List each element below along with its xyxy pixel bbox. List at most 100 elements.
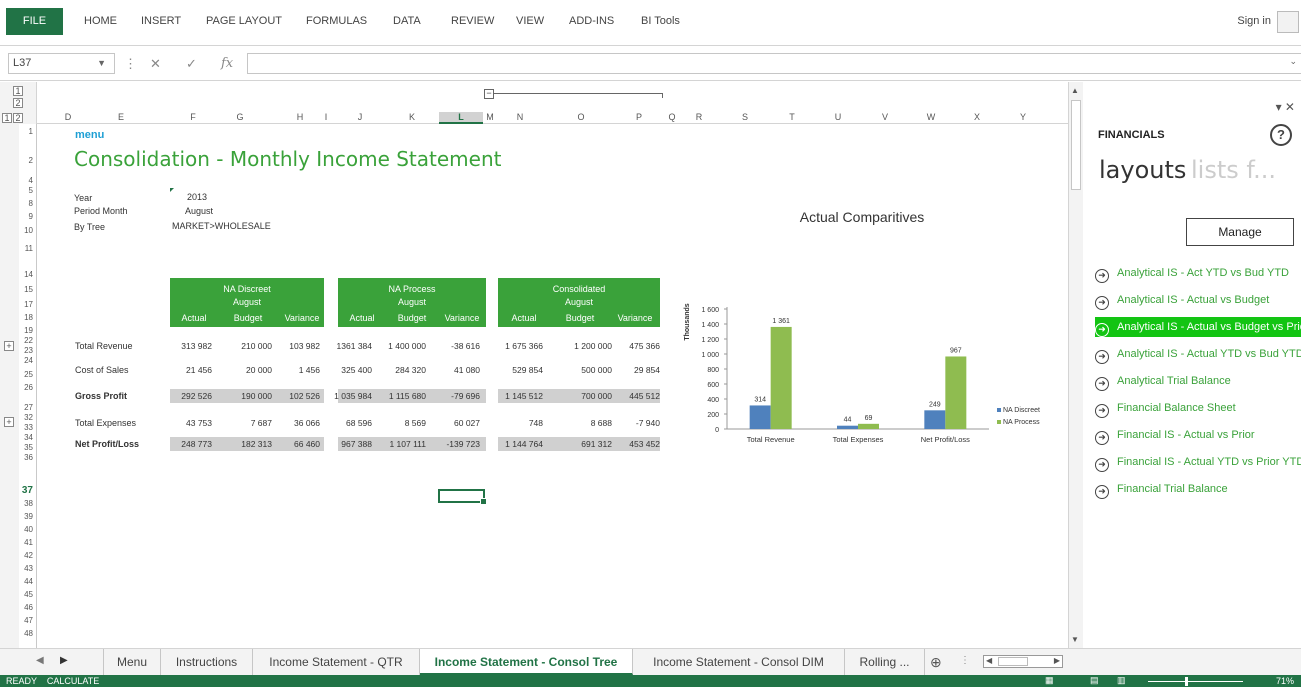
value-cell[interactable]: 700 000 — [560, 391, 612, 401]
tab-data[interactable]: DATA — [393, 15, 421, 27]
add-sheet-icon[interactable]: ⊕ — [930, 654, 942, 671]
layout-item[interactable]: ➜ Financial Trial Balance — [1095, 479, 1301, 499]
tab-insert[interactable]: INSERT — [141, 15, 181, 27]
page-break-icon[interactable]: ▥ — [1117, 675, 1126, 686]
row-header[interactable]: 23 — [24, 347, 33, 355]
row-header[interactable]: 4 — [29, 177, 33, 185]
col-header-g[interactable]: G — [220, 112, 260, 122]
scroll-down-icon[interactable]: ▼ — [1071, 635, 1079, 644]
col-header-d[interactable]: D — [63, 112, 73, 122]
horizontal-scrollbar[interactable]: ◀ ▶ — [983, 655, 1063, 668]
row-header[interactable]: 48 — [24, 630, 33, 638]
sheet-tab-rolling[interactable]: Rolling ... — [845, 649, 925, 675]
value-cell[interactable]: 1361 384 — [320, 341, 372, 351]
row-header[interactable]: 15 — [24, 286, 33, 294]
row-header[interactable]: 2 — [29, 157, 33, 165]
value-cell[interactable]: 748 — [491, 418, 543, 428]
file-tab[interactable]: FILE — [6, 8, 63, 35]
row-header[interactable]: 25 — [24, 371, 33, 379]
name-box[interactable]: L37 ▼ — [8, 53, 115, 74]
row-header[interactable]: 42 — [24, 552, 33, 560]
row-header[interactable]: 18 — [24, 314, 33, 322]
expand-group-icon[interactable]: + — [4, 341, 14, 351]
panel-controls-icon[interactable]: ▾ ✕ — [1276, 100, 1295, 114]
value-cell[interactable]: 43 753 — [160, 418, 212, 428]
col-header-k[interactable]: K — [389, 112, 435, 122]
row-header-selected[interactable]: 37 — [22, 486, 33, 496]
value-cell[interactable]: -79 696 — [428, 391, 480, 401]
col-header-m[interactable]: M — [483, 112, 497, 122]
value-cell[interactable]: 1 400 000 — [374, 341, 426, 351]
col-outline-level-2[interactable]: 2 — [13, 113, 23, 123]
page-layout-icon[interactable]: ▤ — [1090, 675, 1099, 686]
layout-item[interactable]: ➜ Analytical IS - Actual vs Budget — [1095, 290, 1301, 310]
row-header[interactable]: 47 — [24, 617, 33, 625]
row-header[interactable]: 35 — [24, 444, 33, 452]
col-header-v[interactable]: V — [871, 112, 899, 122]
col-header-j[interactable]: J — [339, 112, 381, 122]
function-icon[interactable]: fx — [221, 56, 233, 71]
scroll-right-icon[interactable]: ▶ — [1054, 656, 1060, 665]
param-value-year[interactable]: 2013 — [187, 192, 207, 202]
value-cell[interactable]: 248 773 — [160, 439, 212, 449]
value-cell[interactable]: 29 854 — [608, 365, 660, 375]
value-cell[interactable]: 1 035 984 — [320, 391, 372, 401]
tab-review[interactable]: REVIEW — [451, 15, 494, 27]
value-cell[interactable]: 41 080 — [428, 365, 480, 375]
collapse-group-icon[interactable]: − — [484, 89, 494, 99]
value-cell[interactable]: 529 854 — [491, 365, 543, 375]
row-header[interactable]: 5 — [29, 187, 33, 195]
col-header-p[interactable]: P — [612, 112, 666, 122]
row-header[interactable]: 43 — [24, 565, 33, 573]
col-header-y[interactable]: Y — [1009, 112, 1037, 122]
col-header-i[interactable]: I — [315, 112, 337, 122]
layout-item[interactable]: ➜ Analytical IS - Actual YTD vs Bud YTD — [1095, 344, 1301, 364]
col-header-x[interactable]: X — [963, 112, 991, 122]
scroll-up-icon[interactable]: ▲ — [1071, 86, 1079, 95]
value-cell[interactable]: 691 312 — [560, 439, 612, 449]
col-outline-level-1[interactable]: 1 — [2, 113, 12, 123]
value-cell[interactable]: 967 388 — [320, 439, 372, 449]
param-value-tree[interactable]: MARKET>WHOLESALE — [172, 221, 271, 231]
value-cell[interactable]: 1 115 680 — [374, 391, 426, 401]
sheet-tab-consol-tree[interactable]: Income Statement - Consol Tree — [420, 649, 633, 675]
vertical-scrollbar[interactable]: ▲ ▼ — [1068, 82, 1083, 648]
tab-formulas[interactable]: FORMULAS — [306, 15, 367, 27]
sheet-tab-consol-dim[interactable]: Income Statement - Consol DIM — [633, 649, 845, 675]
row-header[interactable]: 33 — [24, 424, 33, 432]
tab-home[interactable]: HOME — [84, 15, 117, 27]
value-cell[interactable]: 66 460 — [268, 439, 320, 449]
row-header[interactable]: 1 — [29, 128, 33, 136]
layout-item[interactable]: ➜ Analytical IS - Actual vs Budget vs Pri… — [1095, 317, 1301, 337]
value-cell[interactable]: 1 456 — [268, 365, 320, 375]
row-header[interactable]: 46 — [24, 604, 33, 612]
scroll-left-icon[interactable]: ◀ — [986, 656, 992, 665]
row-header[interactable]: 26 — [24, 384, 33, 392]
col-header-n[interactable]: N — [498, 112, 542, 122]
col-header-o[interactable]: O — [554, 112, 608, 122]
row-header[interactable]: 19 — [24, 327, 33, 335]
value-cell[interactable]: 1 145 512 — [491, 391, 543, 401]
row-header[interactable]: 8 — [29, 200, 33, 208]
layout-item[interactable]: ➜ Financial IS - Actual YTD vs Prior YTD — [1095, 452, 1301, 472]
value-cell[interactable]: 500 000 — [560, 365, 612, 375]
row-header[interactable]: 10 — [24, 227, 33, 235]
layout-item[interactable]: ➜ Financial Balance Sheet — [1095, 398, 1301, 418]
value-cell[interactable]: 284 320 — [374, 365, 426, 375]
zoom-level[interactable]: 71% — [1276, 676, 1294, 686]
row-header[interactable]: 41 — [24, 539, 33, 547]
col-header-w[interactable]: W — [917, 112, 945, 122]
tab-lists[interactable]: lists f... — [1191, 156, 1276, 184]
col-header-q[interactable]: Q — [665, 112, 679, 122]
col-header-u[interactable]: U — [824, 112, 852, 122]
formula-input[interactable]: ⌄ — [247, 53, 1301, 74]
value-cell[interactable]: -38 616 — [428, 341, 480, 351]
tab-view[interactable]: VIEW — [516, 15, 544, 27]
help-icon[interactable]: ? — [1270, 124, 1292, 146]
value-cell[interactable]: 21 456 — [160, 365, 212, 375]
tab-layouts[interactable]: layouts — [1099, 156, 1186, 184]
chevron-down-icon[interactable]: ▼ — [97, 54, 106, 73]
col-header-t[interactable]: T — [778, 112, 806, 122]
sheet-tab-instructions[interactable]: Instructions — [161, 649, 253, 675]
row-header[interactable]: 22 — [24, 337, 33, 345]
